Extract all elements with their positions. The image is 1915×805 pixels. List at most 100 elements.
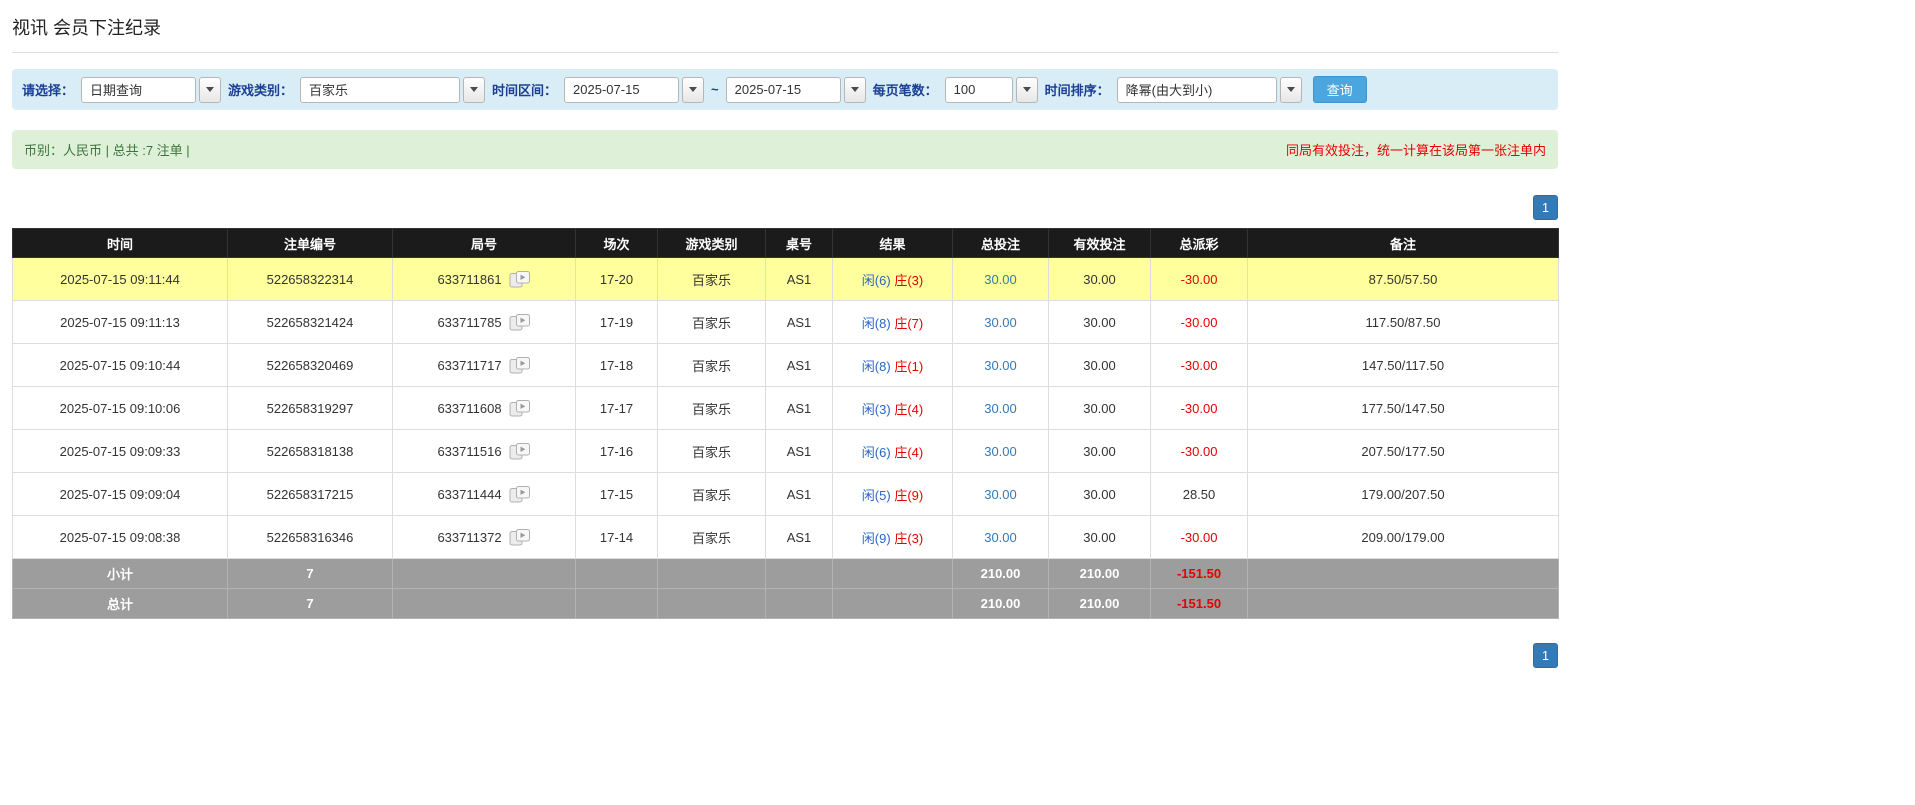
date-to-dropdown-button[interactable] — [843, 76, 866, 103]
remark-cell: 207.50/177.50 — [1247, 429, 1559, 473]
replay-video-icon[interactable] — [509, 442, 531, 461]
replay-video-icon[interactable] — [509, 270, 531, 289]
col-header-round-id: 局号 — [392, 228, 576, 258]
remark-cell: 147.50/117.50 — [1247, 343, 1559, 387]
total-bet-link[interactable]: 30.00 — [984, 487, 1017, 502]
time-cell: 2025-07-15 09:11:13 — [12, 300, 228, 344]
table-row: 2025-07-15 09:10:06 522658319297 6337116… — [12, 386, 1559, 430]
replay-video-icon[interactable] — [509, 485, 531, 504]
game-type-dropdown-button[interactable] — [463, 76, 486, 103]
select-mode-input[interactable] — [81, 76, 197, 103]
col-header-game-type: 游戏类别 — [657, 228, 766, 258]
round-cell: 633711372 — [392, 515, 576, 559]
replay-video-icon[interactable] — [509, 399, 531, 418]
result-banker: 庄(3) — [894, 272, 924, 288]
valid-bet-cell: 30.00 — [1048, 343, 1151, 387]
page-size-dropdown-button[interactable] — [1015, 76, 1038, 103]
session-cell: 17-20 — [575, 257, 658, 301]
table-header-row: 时间 注单编号 局号 场次 游戏类别 桌号 结果 总投注 有效投注 总派彩 备注 — [12, 228, 1559, 258]
time-sort-dropdown-button[interactable] — [1279, 76, 1302, 103]
col-header-table-no: 桌号 — [765, 228, 833, 258]
subtotal-payout: -151.50 — [1150, 558, 1248, 589]
col-header-payout: 总派彩 — [1150, 228, 1248, 258]
total-count: 7 — [227, 588, 393, 619]
total-bet-link[interactable]: 30.00 — [984, 358, 1017, 373]
chevron-down-icon — [850, 87, 859, 92]
date-from-input[interactable] — [564, 76, 680, 103]
result-banker: 庄(1) — [894, 358, 924, 374]
replay-video-icon[interactable] — [509, 356, 531, 375]
select-mode-dropdown-button[interactable] — [199, 76, 222, 103]
result-banker: 庄(4) — [894, 444, 924, 460]
bet-id-cell: 522658320469 — [227, 343, 393, 387]
table-no-cell: AS1 — [765, 515, 833, 559]
time-sort-input[interactable] — [1116, 76, 1277, 103]
table-no-cell: AS1 — [765, 429, 833, 473]
session-cell: 17-16 — [575, 429, 658, 473]
date-to-input[interactable] — [725, 76, 841, 103]
game-type-combobox — [300, 76, 486, 103]
page-1-button[interactable]: 1 — [1533, 195, 1558, 220]
game-type-cell: 百家乐 — [657, 429, 766, 473]
pagination-bottom: 1 — [12, 643, 1558, 668]
result-cell: 闲(8) 庄(7) — [832, 300, 953, 344]
game-type-cell: 百家乐 — [657, 515, 766, 559]
select-mode-combobox — [81, 76, 222, 103]
total-bet-link[interactable]: 30.00 — [984, 315, 1017, 330]
subtotal-row: 小计 7 210.00 210.00 -151.50 — [12, 558, 1559, 589]
col-header-bet-id: 注单编号 — [227, 228, 393, 258]
bet-id-cell: 522658317215 — [227, 472, 393, 516]
game-type-cell: 百家乐 — [657, 300, 766, 344]
replay-video-icon[interactable] — [509, 528, 531, 547]
table-no-cell: AS1 — [765, 257, 833, 301]
total-bet-link[interactable]: 30.00 — [984, 272, 1017, 287]
total-bet-cell: 30.00 — [952, 343, 1049, 387]
total-bet-cell: 30.00 — [952, 257, 1049, 301]
col-header-valid-bet: 有效投注 — [1048, 228, 1151, 258]
filter-label-select-mode: 请选择： — [22, 83, 75, 98]
total-bet-cell: 30.00 — [952, 429, 1049, 473]
table-no-cell: AS1 — [765, 343, 833, 387]
search-button[interactable]: 查询 — [1312, 76, 1367, 103]
time-cell: 2025-07-15 09:11:44 — [12, 257, 228, 301]
game-type-input[interactable] — [300, 76, 461, 103]
result-banker: 庄(3) — [894, 530, 924, 546]
table-row: 2025-07-15 09:09:33 522658318138 6337115… — [12, 429, 1559, 473]
page-size-input[interactable] — [944, 76, 1013, 103]
valid-bet-cell: 30.00 — [1048, 257, 1151, 301]
page-size-combobox — [944, 76, 1038, 103]
total-bet-link[interactable]: 30.00 — [984, 530, 1017, 545]
game-type-cell: 百家乐 — [657, 386, 766, 430]
payout-cell: -30.00 — [1150, 343, 1248, 387]
game-type-cell: 百家乐 — [657, 472, 766, 516]
remark-cell: 117.50/87.50 — [1247, 300, 1559, 344]
total-bet-link[interactable]: 30.00 — [984, 401, 1017, 416]
total-bet-cell: 30.00 — [952, 472, 1049, 516]
chevron-down-icon — [689, 87, 698, 92]
chevron-down-icon — [470, 87, 479, 92]
col-header-time: 时间 — [12, 228, 228, 258]
result-banker: 庄(4) — [894, 401, 924, 417]
date-from-dropdown-button[interactable] — [682, 76, 705, 103]
subtotal-total-bet: 210.00 — [952, 558, 1049, 589]
result-cell: 闲(8) 庄(1) — [832, 343, 953, 387]
result-player: 闲(8) — [861, 315, 891, 331]
total-bet-link[interactable]: 30.00 — [984, 444, 1017, 459]
valid-bet-notice-text: 同局有效投注，统一计算在该局第一张注单内 — [1285, 143, 1546, 158]
remark-cell: 177.50/147.50 — [1247, 386, 1559, 430]
col-header-remark: 备注 — [1247, 228, 1559, 258]
payout-cell: -30.00 — [1150, 515, 1248, 559]
replay-video-icon[interactable] — [509, 313, 531, 332]
date-range-separator: ~ — [711, 82, 719, 97]
chevron-down-icon — [1286, 87, 1295, 92]
page-1-button[interactable]: 1 — [1533, 643, 1558, 668]
currency-total-text: 币别：人民币 | 总共 :7 注单 | — [24, 143, 190, 158]
subtotal-valid-bet: 210.00 — [1048, 558, 1151, 589]
bet-id-cell: 522658319297 — [227, 386, 393, 430]
result-cell: 闲(6) 庄(4) — [832, 429, 953, 473]
round-cell: 633711516 — [392, 429, 576, 473]
result-banker: 庄(7) — [894, 315, 924, 331]
round-cell: 633711861 — [392, 257, 576, 301]
chevron-down-icon — [206, 87, 215, 92]
result-player: 闲(5) — [861, 487, 891, 503]
